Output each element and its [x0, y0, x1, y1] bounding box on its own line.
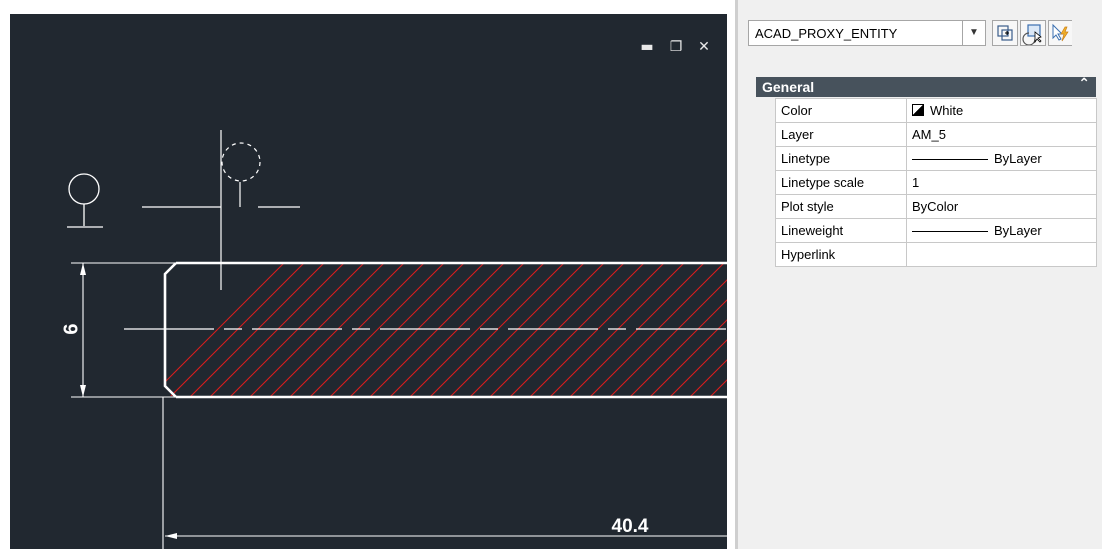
vertical-dimension[interactable]: [71, 262, 176, 398]
entity-type-dropdown[interactable]: ACAD_PROXY_ENTITY ▼: [748, 20, 986, 46]
color-swatch-icon: [912, 104, 924, 116]
drawing-viewport[interactable]: 6 40.4 ▬ ❐ ✕: [0, 0, 735, 549]
linetype-sample-icon: [912, 159, 988, 161]
surface-finish-symbol[interactable]: [142, 130, 300, 290]
property-value[interactable]: ByLayer: [906, 218, 1097, 243]
property-value[interactable]: 1: [906, 170, 1097, 195]
properties-panel: ACAD_PROXY_ENTITY ▼ General ⌃ Color White…: [738, 0, 1102, 549]
property-value-text: White: [930, 103, 964, 118]
close-icon[interactable]: ✕: [693, 36, 715, 58]
property-row[interactable]: Plot style ByColor: [775, 194, 1097, 219]
quick-select-icon[interactable]: [1048, 20, 1072, 46]
dimension-text-horizontal: 40.4: [612, 516, 649, 537]
property-name: Plot style: [775, 194, 907, 219]
drawing-svg[interactable]: 6 40.4: [10, 14, 727, 549]
dimension-text-vertical: 6: [60, 323, 82, 334]
balloon-symbol[interactable]: [67, 173, 103, 228]
property-value[interactable]: ByColor: [906, 194, 1097, 219]
drawing-canvas[interactable]: 6 40.4 ▬ ❐ ✕: [10, 14, 727, 549]
property-name: Color: [775, 98, 907, 123]
property-row[interactable]: Linetype ByLayer: [775, 146, 1097, 171]
restore-icon[interactable]: ❐: [665, 36, 687, 58]
minimize-icon[interactable]: ▬: [636, 36, 658, 58]
property-value-text: AM_5: [912, 127, 946, 142]
property-name: Linetype scale: [775, 170, 907, 195]
hatch-pattern[interactable]: [150, 263, 727, 397]
chevron-down-icon[interactable]: ▼: [962, 21, 985, 45]
property-value[interactable]: White: [906, 98, 1097, 123]
linetype-sample-icon: [912, 231, 988, 233]
property-value[interactable]: ByLayer: [906, 146, 1097, 171]
chevron-up-double-icon[interactable]: ⌃: [1078, 76, 1090, 92]
properties-grid: Color White Layer AM_5 Linetype ByLayer Linety…: [775, 98, 1097, 267]
property-name: Hyperlink: [775, 242, 907, 267]
property-name: Layer: [775, 122, 907, 147]
section-title: General: [762, 79, 815, 95]
section-header-general[interactable]: General ⌃: [756, 76, 1096, 97]
property-row[interactable]: Hyperlink: [775, 242, 1097, 267]
property-value[interactable]: AM_5: [906, 122, 1097, 147]
property-row[interactable]: Linetype scale 1: [775, 170, 1097, 195]
select-objects-icon[interactable]: [1020, 20, 1046, 46]
property-value[interactable]: [906, 242, 1097, 267]
property-value-text: ByColor: [912, 199, 959, 214]
toggle-pickadd-icon[interactable]: [992, 20, 1018, 46]
part-outline[interactable]: [163, 261, 727, 399]
property-value-text: ByLayer: [994, 223, 1042, 238]
property-name: Linetype: [775, 146, 907, 171]
entity-type-value: ACAD_PROXY_ENTITY: [755, 26, 898, 41]
property-value-text: 1: [912, 175, 920, 190]
property-row[interactable]: Color White: [775, 98, 1097, 123]
property-value-text: ByLayer: [994, 151, 1042, 166]
property-row[interactable]: Lineweight ByLayer: [775, 218, 1097, 243]
property-row[interactable]: Layer AM_5: [775, 122, 1097, 147]
property-name: Lineweight: [775, 218, 907, 243]
